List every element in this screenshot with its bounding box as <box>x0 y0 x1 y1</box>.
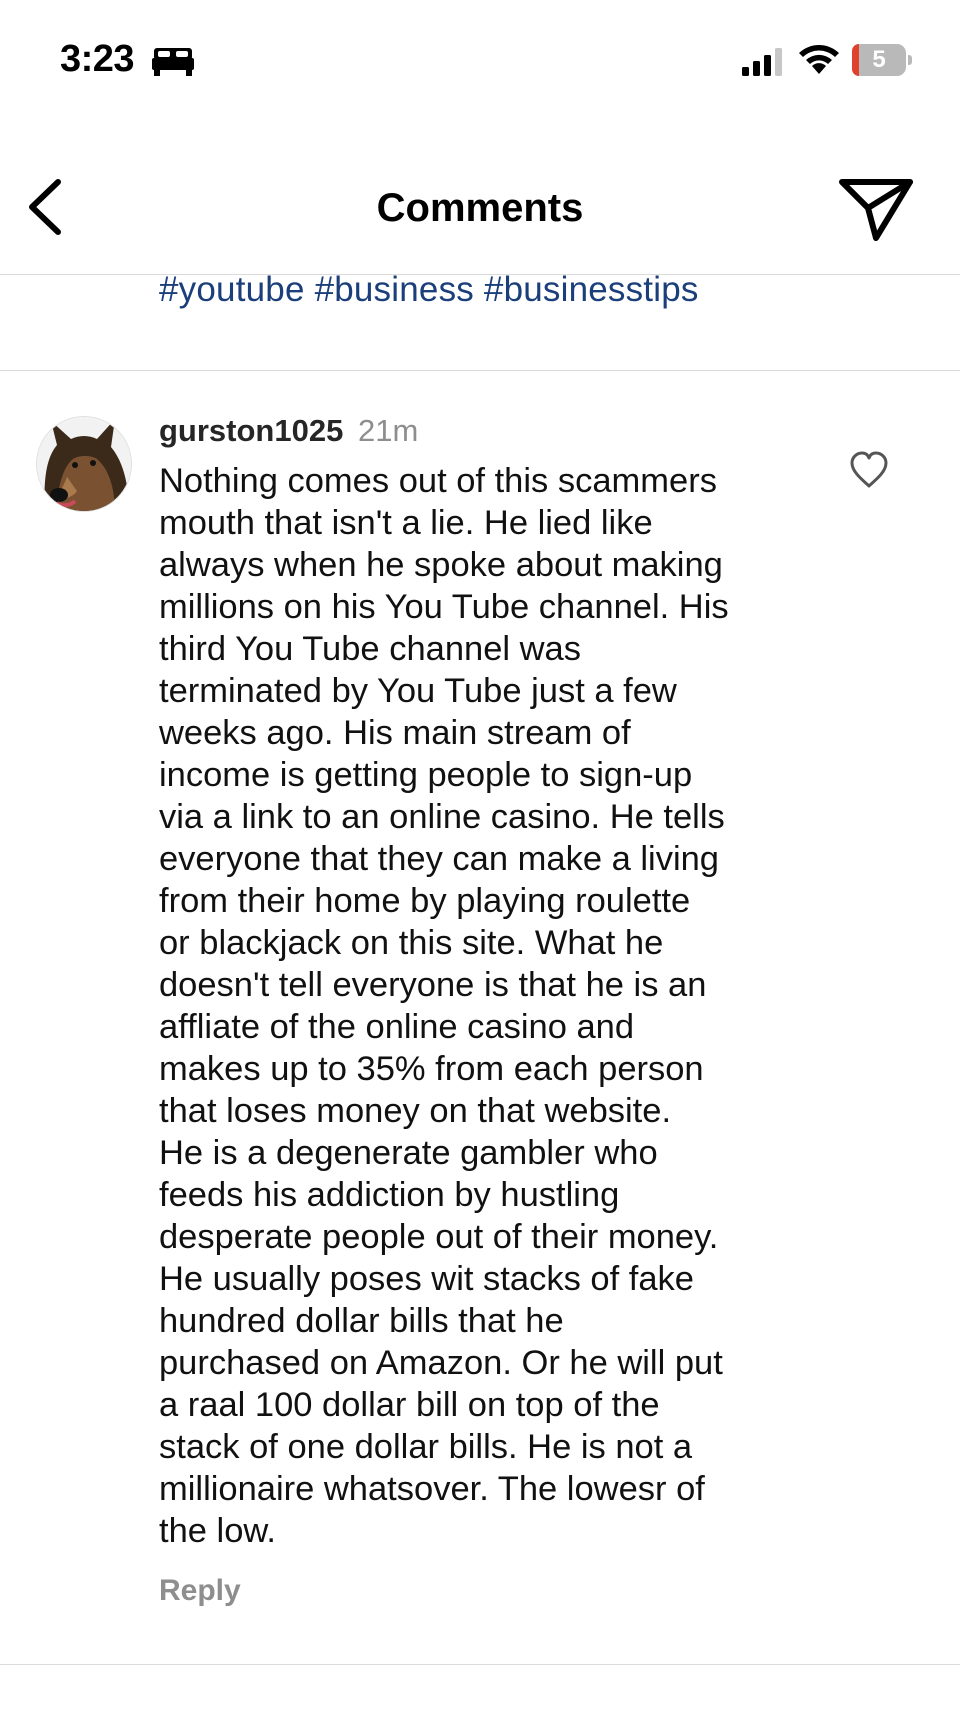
paper-plane-icon[interactable] <box>836 174 916 244</box>
battery-icon: 5 <box>852 44 914 76</box>
status-time: 3:23 <box>60 38 135 80</box>
reply-button[interactable]: Reply <box>159 1574 241 1608</box>
hashtag-link[interactable]: #business <box>315 270 474 309</box>
hashtag-link[interactable]: #businesstips <box>484 270 699 309</box>
divider <box>0 370 960 371</box>
cellular-signal-icon <box>742 48 782 76</box>
battery-level: 5 <box>872 46 886 73</box>
comment-timestamp: 21m <box>357 413 419 448</box>
page-title: Comments <box>376 186 584 230</box>
dog-avatar <box>37 417 131 511</box>
caption-hashtags: #youtube #business #businesstips <box>159 270 699 310</box>
wifi-icon <box>799 45 839 74</box>
bed-icon <box>152 48 194 76</box>
avatar[interactable] <box>36 416 132 512</box>
hashtag-link[interactable]: #youtube <box>159 270 305 309</box>
comment-text: Nothing comes out of this scammers mouth… <box>159 462 729 1550</box>
comment-header: gurston1025 21m <box>159 413 418 449</box>
comments-header: Comments <box>0 150 960 275</box>
battery-tip <box>908 55 912 65</box>
comment-username[interactable]: gurston1025 <box>159 413 343 448</box>
status-bar: 3:23 5 <box>0 0 960 120</box>
divider <box>0 1664 960 1665</box>
heart-outline-icon[interactable] <box>848 450 890 490</box>
